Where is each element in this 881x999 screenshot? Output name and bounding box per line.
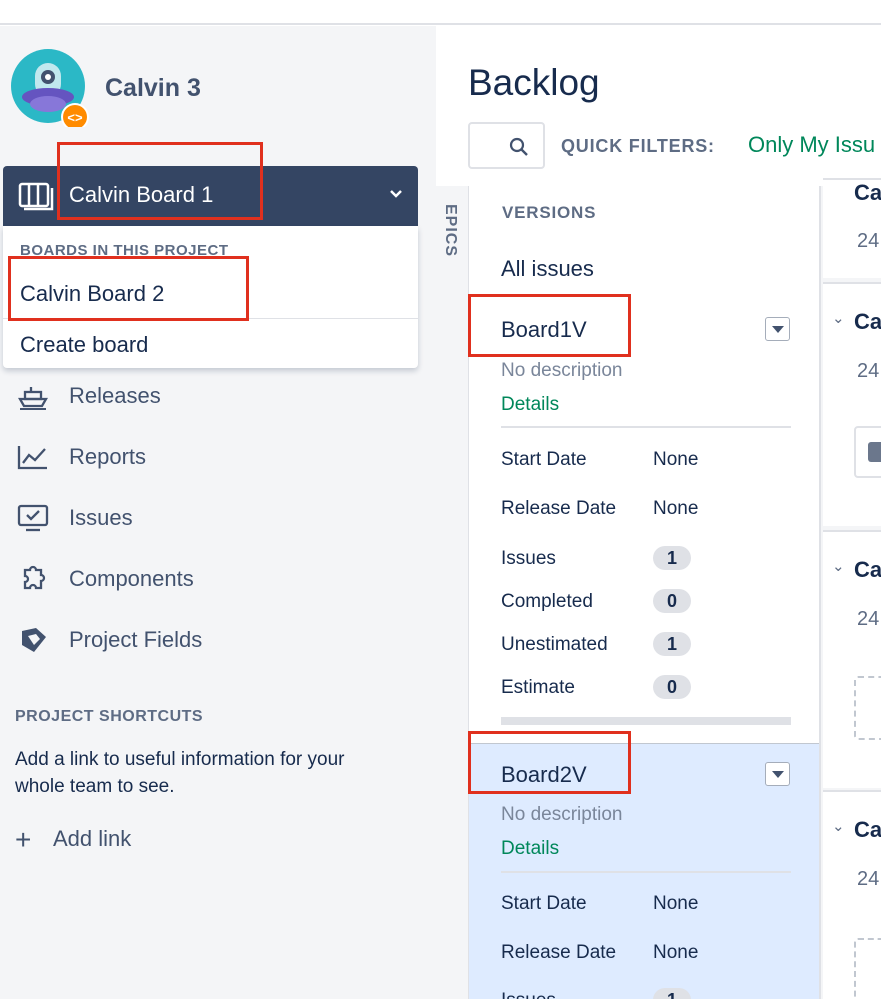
project-avatar[interactable]: <> xyxy=(11,49,89,127)
issue-card[interactable]: ⌄ Ca 24 xyxy=(823,530,881,788)
version-description: No description xyxy=(501,804,623,825)
board-dropdown-menu: BOARDS IN THIS PROJECT Calvin Board 2 Cr… xyxy=(3,226,418,368)
version-name[interactable]: Board2V xyxy=(501,762,587,788)
completed-count-badge: 0 xyxy=(653,589,691,613)
sidebar-item-label: Releases xyxy=(69,383,161,408)
issue-card-button[interactable] xyxy=(854,426,881,478)
issue-card-title: Ca xyxy=(854,817,881,842)
sidebar-item-label: Components xyxy=(69,566,194,591)
issue-card-title: Ca xyxy=(854,309,881,334)
top-bar xyxy=(0,0,881,25)
epics-panel[interactable] xyxy=(436,186,468,999)
estimate-count-badge: 0 xyxy=(653,675,691,699)
chevron-down-icon[interactable]: ⌄ xyxy=(832,309,845,327)
unestimated-count-badge: 1 xyxy=(653,632,691,656)
issues-label: Issues xyxy=(501,548,556,569)
project-name[interactable]: Calvin 3 xyxy=(105,74,201,103)
sidebar-item-reports[interactable]: Reports xyxy=(16,439,416,475)
release-date-label: Release Date xyxy=(501,498,617,519)
issue-card[interactable]: ⌄ Ca 24 xyxy=(823,790,881,999)
sidebar-item-releases[interactable]: Releases xyxy=(16,378,416,414)
version-description: No description xyxy=(501,360,623,381)
current-board-label: Calvin Board 1 xyxy=(69,182,214,207)
sidebar-item-label: Project Fields xyxy=(69,627,203,652)
ship-icon xyxy=(18,387,48,410)
start-date-value: None xyxy=(653,449,699,470)
all-issues-option[interactable]: All issues xyxy=(501,256,594,282)
chart-icon xyxy=(17,446,47,470)
release-date-value: None xyxy=(653,498,699,519)
issue-card-title: Ca xyxy=(854,180,881,205)
board-option-calvin-board-2[interactable]: Calvin Board 2 xyxy=(20,281,164,307)
issue-card-count: 24 xyxy=(857,868,880,890)
shortcuts-description: Add a link to useful information for you… xyxy=(15,749,345,797)
completed-label: Completed xyxy=(501,591,593,612)
start-date-label: Start Date xyxy=(501,449,587,470)
chevron-down-icon[interactable]: ⌄ xyxy=(832,557,845,575)
epics-label[interactable]: EPICS xyxy=(441,204,459,257)
board-selector[interactable]: Calvin Board 1 xyxy=(3,166,418,226)
issue-card-count: 24 xyxy=(857,608,880,630)
search-icon xyxy=(509,137,528,156)
version-details-link[interactable]: Details xyxy=(501,838,559,860)
plus-icon: + xyxy=(15,824,32,855)
search-input[interactable] xyxy=(468,122,545,169)
monitor-check-icon xyxy=(17,504,49,532)
release-date-label: Release Date xyxy=(501,942,617,963)
estimate-label: Estimate xyxy=(501,677,575,698)
puzzle-icon xyxy=(23,565,46,590)
divider xyxy=(3,318,418,319)
chevron-down-icon[interactable]: ⌄ xyxy=(832,817,845,835)
start-date-value: None xyxy=(653,893,699,914)
page-title: Backlog xyxy=(468,62,600,103)
boards-section-heading: BOARDS IN THIS PROJECT xyxy=(20,242,229,259)
chevron-down-icon[interactable] xyxy=(388,186,404,202)
version-menu-dropdown[interactable] xyxy=(765,317,790,341)
sidebar-item-project-fields[interactable]: Project Fields xyxy=(16,622,416,658)
version-menu-dropdown[interactable] xyxy=(765,762,790,786)
sidebar-item-label: Issues xyxy=(69,505,133,530)
shortcuts-heading: PROJECT SHORTCUTS xyxy=(15,708,204,725)
divider xyxy=(501,426,791,428)
create-board-option[interactable]: Create board xyxy=(20,332,148,358)
issue-type-icon xyxy=(868,442,881,462)
versions-heading: VERSIONS xyxy=(502,203,597,222)
issue-card-count: 24 xyxy=(857,230,880,252)
start-date-label: Start Date xyxy=(501,893,587,914)
svg-text:<>: <> xyxy=(67,110,83,125)
versions-panel: VERSIONS All issues Board1V No descripti… xyxy=(468,186,821,999)
issues-count-badge: 1 xyxy=(653,988,691,999)
quick-filter-only-my-issues[interactable]: Only My Issu xyxy=(748,132,875,158)
add-link-label: Add link xyxy=(53,826,132,851)
fields-icon xyxy=(22,628,46,652)
issue-card[interactable]: Ca 24 xyxy=(823,178,881,278)
horizontal-scrollbar[interactable] xyxy=(501,717,791,725)
sidebar-item-label: Reports xyxy=(69,444,147,469)
unestimated-label: Unestimated xyxy=(501,634,608,655)
issue-card[interactable]: ⌄ Ca 24 xyxy=(823,282,881,526)
sidebar-item-issues[interactable]: Issues xyxy=(16,500,416,536)
board-icon xyxy=(18,182,54,211)
empty-dropzone xyxy=(854,676,881,740)
version-board2v[interactable]: Board2V No description Details Start Dat… xyxy=(469,743,819,999)
empty-dropzone xyxy=(854,938,881,999)
version-details-link[interactable]: Details xyxy=(501,394,559,416)
issue-card-title: Ca xyxy=(854,557,881,582)
release-date-value: None xyxy=(653,942,699,963)
issues-count-badge: 1 xyxy=(653,546,691,570)
issues-label: Issues xyxy=(501,990,556,999)
version-name[interactable]: Board1V xyxy=(501,317,587,343)
quick-filters-label: QUICK FILTERS: xyxy=(561,136,715,156)
sidebar-item-components[interactable]: Components xyxy=(16,561,416,597)
divider xyxy=(501,871,791,873)
issue-card-count: 24 xyxy=(857,360,880,382)
add-link-button[interactable]: + Add link xyxy=(15,824,215,856)
